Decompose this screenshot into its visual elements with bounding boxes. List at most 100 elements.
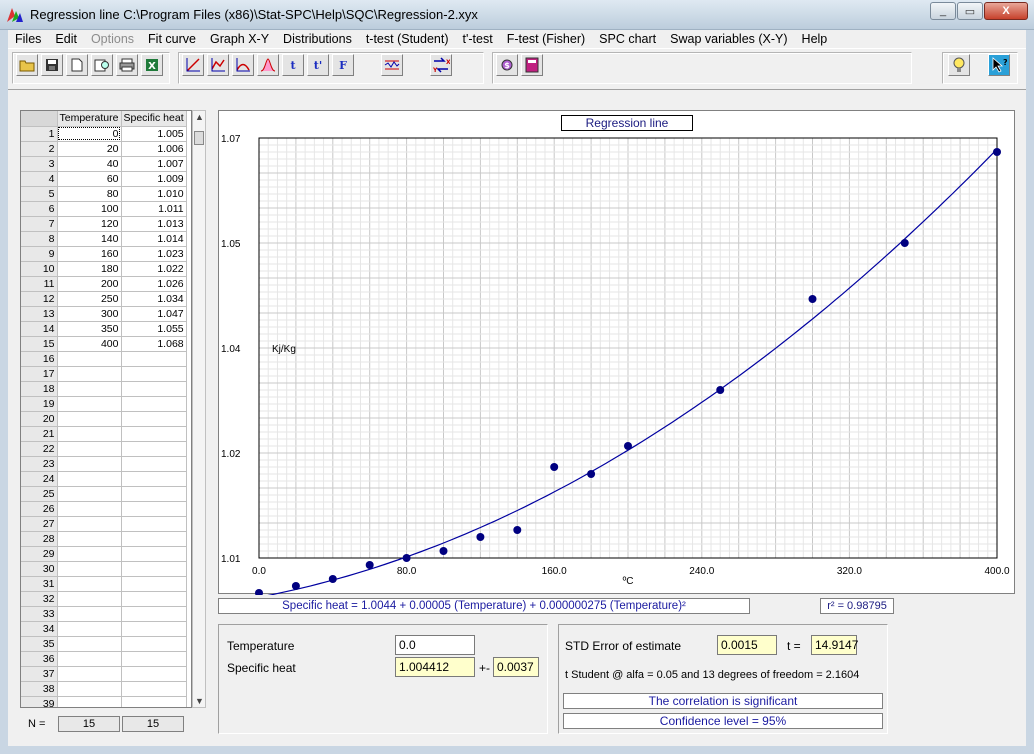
cell-specific-heat[interactable]: 1.055 [121,321,187,337]
cell-specific-heat[interactable] [121,576,187,592]
cell-specific-heat[interactable]: 1.013 [121,216,187,232]
cell-temperature[interactable] [57,396,122,412]
row-number[interactable]: 22 [21,441,58,457]
swap-variables-icon[interactable]: XY [430,54,452,76]
table-row[interactable]: 5 80 1.010 [21,186,187,202]
print-icon[interactable] [116,54,138,76]
temperature-input[interactable]: 0.0 [395,635,475,655]
cell-temperature[interactable]: 120 [57,216,122,232]
save-icon[interactable] [41,54,63,76]
t-prime-test-button[interactable]: t' [307,54,329,76]
t-test-button[interactable]: t [282,54,304,76]
cell-temperature[interactable] [57,501,122,517]
cell-specific-heat[interactable] [121,486,187,502]
data-grid[interactable]: Temperature Specific heat 1 0 1.005 2 20 1.00… [20,110,192,708]
maximize-button[interactable]: ▭ [957,2,983,20]
menu-options[interactable]: Options [84,32,141,46]
cell-specific-heat[interactable] [121,411,187,427]
row-number[interactable]: 26 [21,501,58,517]
cell-specific-heat[interactable]: 1.011 [121,201,187,217]
scroll-up-icon[interactable]: ▲ [195,112,204,122]
row-number[interactable]: 4 [21,171,58,187]
table-row[interactable]: 16 [21,351,187,367]
table-row[interactable]: 17 [21,366,187,382]
cell-temperature[interactable] [57,426,122,442]
row-number[interactable]: 18 [21,381,58,397]
scroll-thumb[interactable] [194,131,204,145]
row-number[interactable]: 1 [21,126,58,142]
cell-specific-heat[interactable]: 1.022 [121,261,187,277]
table-row[interactable]: 26 [21,501,187,517]
row-number[interactable]: 16 [21,351,58,367]
cell-temperature[interactable] [57,516,122,532]
cell-temperature[interactable] [57,366,122,382]
cell-temperature[interactable]: 20 [57,141,122,157]
table-row[interactable]: 4 60 1.009 [21,171,187,187]
table-row[interactable]: 24 [21,471,187,487]
distribution-chart-icon[interactable] [232,54,254,76]
row-number[interactable]: 2 [21,141,58,157]
row-number[interactable]: 34 [21,621,58,637]
menu-spc-chart[interactable]: SPC chart [592,32,663,46]
table-row[interactable]: 32 [21,591,187,607]
cell-temperature[interactable] [57,666,122,682]
cell-temperature[interactable] [57,546,122,562]
cell-specific-heat[interactable]: 1.006 [121,141,187,157]
row-number[interactable]: 15 [21,336,58,352]
menu-swap-variables[interactable]: Swap variables (X-Y) [663,32,794,46]
context-help-icon[interactable]: ? [988,54,1010,76]
cell-temperature[interactable] [57,576,122,592]
table-row[interactable]: 6 100 1.011 [21,201,187,217]
menu-distributions[interactable]: Distributions [276,32,359,46]
cell-temperature[interactable] [57,591,122,607]
row-number[interactable]: 29 [21,546,58,562]
cell-specific-heat[interactable]: 1.007 [121,156,187,172]
cell-temperature[interactable]: 250 [57,291,122,307]
cell-specific-heat[interactable]: 1.034 [121,291,187,307]
table-row[interactable]: 35 [21,636,187,652]
cell-specific-heat[interactable]: 1.014 [121,231,187,247]
row-number[interactable]: 5 [21,186,58,202]
table-row[interactable]: 14 350 1.055 [21,321,187,337]
table-row[interactable]: 12 250 1.034 [21,291,187,307]
cell-specific-heat[interactable]: 1.026 [121,276,187,292]
cell-temperature[interactable] [57,471,122,487]
table-row[interactable]: 2 20 1.006 [21,141,187,157]
row-number[interactable]: 23 [21,456,58,472]
menu-fit-curve[interactable]: Fit curve [141,32,203,46]
row-number[interactable]: 19 [21,396,58,412]
table-row[interactable]: 22 [21,441,187,457]
cell-temperature[interactable]: 40 [57,156,122,172]
cell-temperature[interactable] [57,636,122,652]
cell-specific-heat[interactable] [121,546,187,562]
f-test-button[interactable]: F [332,54,354,76]
cell-temperature[interactable]: 350 [57,321,122,337]
cell-temperature[interactable]: 300 [57,306,122,322]
row-number[interactable]: 14 [21,321,58,337]
row-number[interactable]: 6 [21,201,58,217]
table-row[interactable]: 29 [21,546,187,562]
cell-specific-heat[interactable] [121,456,187,472]
cell-specific-heat[interactable] [121,696,187,707]
spc-chart-icon[interactable] [381,54,403,76]
cell-temperature[interactable] [57,696,122,707]
cell-temperature[interactable]: 0 [57,126,122,142]
cell-specific-heat[interactable] [121,636,187,652]
table-row[interactable]: 18 [21,381,187,397]
cell-temperature[interactable] [57,381,122,397]
row-number[interactable]: 17 [21,366,58,382]
cell-temperature[interactable] [57,621,122,637]
cell-specific-heat[interactable]: 1.010 [121,186,187,202]
row-number[interactable]: 24 [21,471,58,487]
menu-help[interactable]: Help [795,32,835,46]
row-number[interactable]: 21 [21,426,58,442]
row-number[interactable]: 31 [21,576,58,592]
table-row[interactable]: 33 [21,606,187,622]
table-row[interactable]: 31 [21,576,187,592]
row-number[interactable]: 8 [21,231,58,247]
row-number[interactable]: 20 [21,411,58,427]
cell-temperature[interactable] [57,456,122,472]
row-number[interactable]: 12 [21,291,58,307]
cell-temperature[interactable] [57,411,122,427]
cell-temperature[interactable] [57,681,122,697]
